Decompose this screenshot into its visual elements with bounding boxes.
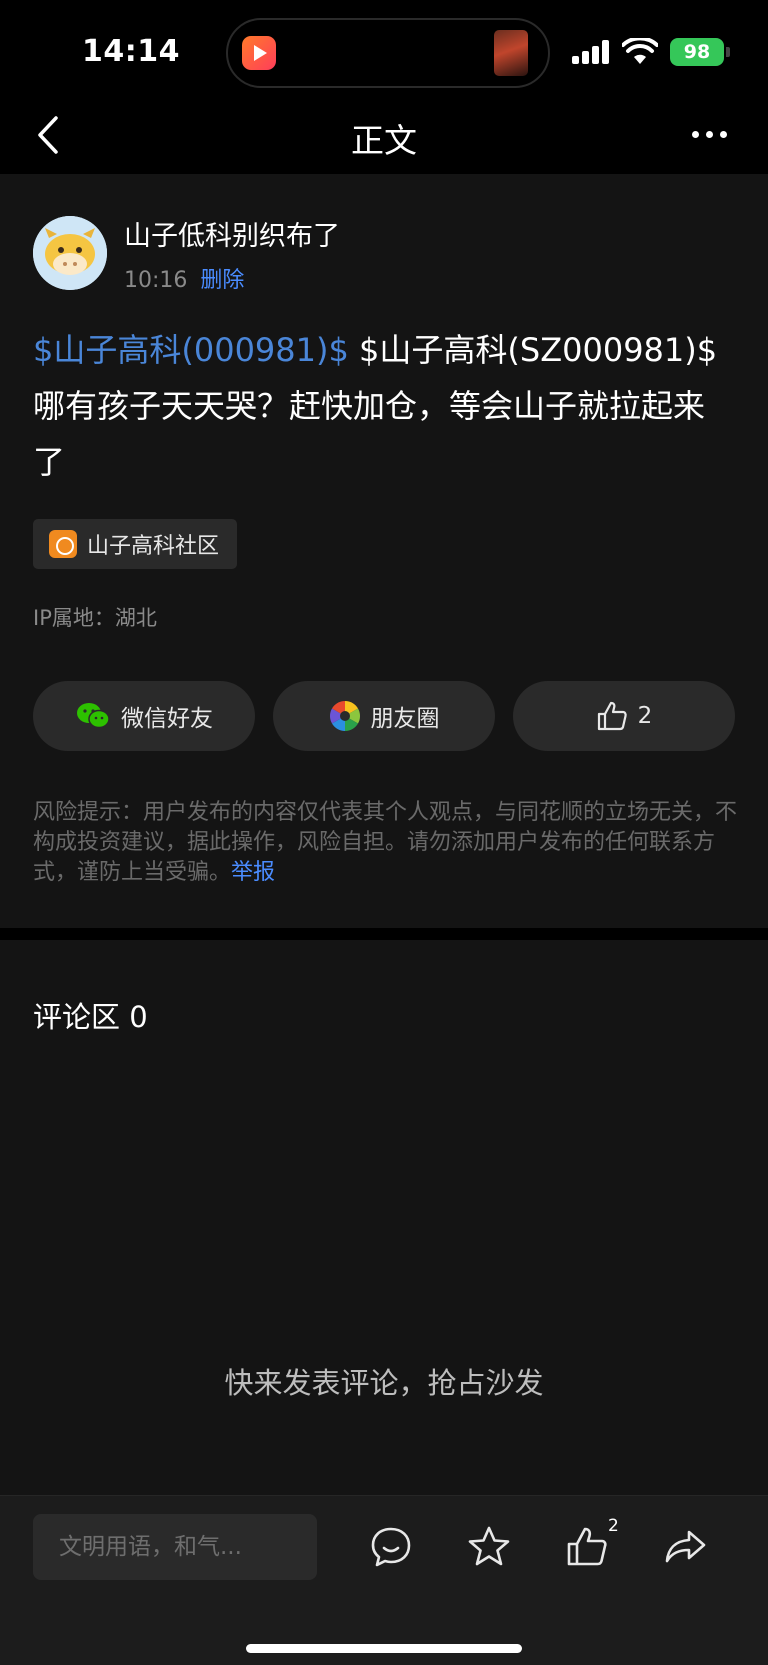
share-actions: 微信好友 朋友圈 2 <box>33 681 735 751</box>
media-artwork-icon <box>494 30 528 76</box>
report-link[interactable]: 举报 <box>231 860 275 885</box>
like-button[interactable]: 2 <box>513 681 735 751</box>
section-divider <box>0 928 768 940</box>
battery-indicator: 98 <box>670 38 724 66</box>
bottom-bar: 文明用语，和气... 2 <box>0 1495 768 1665</box>
share-wechat-button[interactable]: 微信好友 <box>33 681 255 751</box>
share-wechat-label: 微信好友 <box>121 706 213 732</box>
post-meta: 10:16 删除 <box>124 262 244 294</box>
more-dots-icon[interactable] <box>690 122 730 148</box>
cow-avatar-icon <box>33 216 107 290</box>
status-time: 14:14 <box>82 34 180 69</box>
comment-input[interactable]: 文明用语，和气... <box>33 1514 317 1580</box>
thumbs-up-icon[interactable] <box>564 1524 610 1570</box>
post-card: 山子低科别织布了 10:16 删除 $山子高科(000981)$ $山子高科(S… <box>0 174 768 928</box>
community-label: 山子高科社区 <box>87 534 220 559</box>
comments-title: 评论区 0 <box>33 1000 148 1034</box>
post-body: $山子高科(000981)$ $山子高科(SZ000981)$ 哪有孩子天天哭？… <box>33 322 733 490</box>
video-app-icon <box>242 36 276 70</box>
nav-bar: 正文 <box>0 100 768 174</box>
author-name[interactable]: 山子低科别织布了 <box>124 214 340 253</box>
wifi-icon <box>622 38 658 64</box>
post-time: 10:16 <box>124 268 188 293</box>
cellular-signal-icon <box>572 40 612 64</box>
comments-empty-text: 快来发表评论，抢占沙发 <box>224 1366 544 1400</box>
battery-cap <box>726 47 730 57</box>
page-title: 正文 <box>351 121 417 160</box>
comments-section: 评论区 0 快来发表评论，抢占沙发 <box>0 940 768 1495</box>
status-bar: 14:14 98 <box>0 0 768 100</box>
stock-link[interactable]: $山子高科(000981)$ <box>33 331 349 369</box>
comment-bubble-icon[interactable] <box>368 1524 414 1570</box>
risk-notice: 风险提示：用户发布的内容仅代表其个人观点，与同花顺的立场无关，不构成投资建议，据… <box>33 798 738 888</box>
wechat-icon <box>77 703 110 729</box>
community-icon <box>49 530 77 558</box>
dynamic-island[interactable] <box>226 18 550 88</box>
star-icon[interactable] <box>466 1524 512 1570</box>
ip-location: IP属地：湖北 <box>33 606 157 630</box>
avatar[interactable] <box>33 216 107 290</box>
moments-icon <box>329 701 360 731</box>
share-moments-label: 朋友圈 <box>370 706 440 732</box>
delete-button[interactable]: 删除 <box>200 268 244 293</box>
risk-text: 风险提示：用户发布的内容仅代表其个人观点，与同花顺的立场无关，不构成投资建议，据… <box>33 800 738 885</box>
thumbs-up-icon <box>597 701 627 731</box>
home-indicator[interactable] <box>246 1644 522 1653</box>
like-badge: 2 <box>608 1516 619 1536</box>
share-moments-button[interactable]: 朋友圈 <box>273 681 495 751</box>
community-tag[interactable]: 山子高科社区 <box>33 519 238 569</box>
share-arrow-icon[interactable] <box>662 1524 708 1570</box>
like-count: 2 <box>637 703 653 729</box>
